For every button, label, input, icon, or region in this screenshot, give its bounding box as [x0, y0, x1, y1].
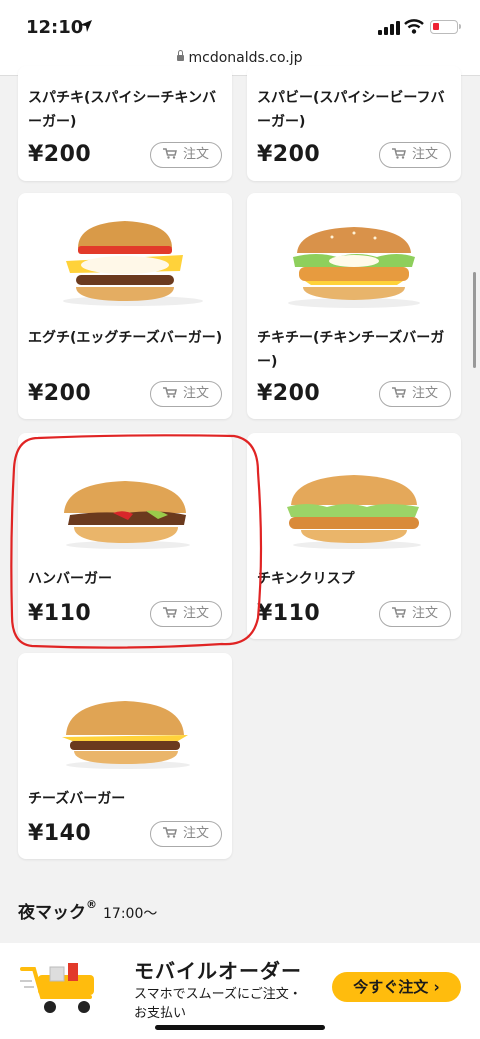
cart-icon — [162, 144, 177, 159]
highlight-circle-annotation — [10, 434, 263, 649]
product-name: チーズバーガー — [28, 791, 126, 807]
cart-icon — [162, 823, 177, 838]
product-card[interactable]: チキチー(チキンチーズバーガー) ¥200 注文 — [247, 193, 461, 419]
lock-icon — [177, 50, 185, 61]
product-card[interactable]: チキンクリスプ ¥110 注文 — [247, 433, 461, 639]
product-card[interactable]: エグチ(エッグチーズバーガー) ¥200 注文 — [18, 193, 232, 419]
section-heading: 夜マック® 17:00〜 — [18, 898, 157, 923]
chicken-cheese-burger-image — [288, 227, 420, 308]
chicken-crisp-image — [287, 475, 421, 549]
cart-icon — [391, 603, 406, 618]
banner-title: モバイルオーダー — [134, 959, 302, 983]
product-card[interactable]: スパビー(スパイシービーフバーガー) ¥200 注文 — [247, 66, 461, 181]
order-button[interactable]: 注文 — [379, 142, 451, 168]
order-label: 注文 — [411, 147, 438, 162]
banner-subtitle: スマホでスムーズにご注文・お支払い — [134, 987, 302, 1021]
product-price: ¥110 — [257, 601, 321, 626]
chevron-right-icon: › — [433, 978, 440, 996]
order-label: 注文 — [411, 386, 438, 401]
order-label: 注文 — [182, 386, 209, 401]
section-hours: 17:00〜 — [103, 906, 158, 922]
product-price: ¥200 — [257, 142, 321, 167]
egg-cheese-burger-image — [63, 221, 203, 306]
wifi-icon — [404, 19, 424, 34]
order-label: 注文 — [182, 826, 209, 841]
location-arrow-icon — [80, 20, 92, 32]
cheeseburger-image — [62, 701, 190, 769]
scrollbar[interactable] — [473, 272, 476, 368]
product-price: ¥200 — [257, 381, 321, 406]
cellular-signal-icon — [378, 21, 400, 35]
product-card[interactable]: スパチキ(スパイシーチキンバーガー) ¥200 注文 — [18, 66, 232, 181]
cart-icon — [162, 383, 177, 398]
product-name: チキンクリスプ — [257, 571, 355, 587]
order-button[interactable]: 注文 — [150, 381, 222, 407]
product-price: ¥200 — [28, 142, 92, 167]
status-time: 12:10 — [26, 17, 84, 38]
product-price: ¥140 — [28, 821, 92, 846]
order-button[interactable]: 注文 — [150, 821, 222, 847]
product-name: チキチー(チキンチーズバーガー) — [257, 330, 445, 370]
product-name: エグチ(エッグチーズバーガー) — [28, 330, 223, 346]
order-button[interactable]: 注文 — [379, 381, 451, 407]
product-card[interactable]: チーズバーガー ¥140 注文 — [18, 653, 232, 859]
order-label: 注文 — [411, 606, 438, 621]
order-button[interactable]: 注文 — [150, 142, 222, 168]
battery-tip — [459, 24, 461, 29]
cart-icon — [391, 383, 406, 398]
battery-icon — [430, 20, 458, 34]
url-text: mcdonalds.co.jp — [188, 50, 303, 66]
product-price: ¥200 — [28, 381, 92, 406]
product-name: スパチキ(スパイシーチキンバーガー) — [28, 90, 216, 130]
home-indicator[interactable] — [155, 1025, 325, 1030]
order-button[interactable]: 注文 — [379, 601, 451, 627]
registered-mark: ® — [86, 898, 97, 911]
product-name: スパビー(スパイシービーフバーガー) — [257, 90, 445, 130]
order-now-button[interactable]: 今すぐ注文 › — [332, 972, 461, 1002]
shopping-cart-illustration-icon — [20, 963, 94, 1013]
cart-icon — [391, 144, 406, 159]
order-label: 注文 — [182, 147, 209, 162]
order-now-label: 今すぐ注文 — [353, 978, 429, 996]
section-title: 夜マック — [18, 903, 86, 923]
status-bar: 12:10 — [0, 0, 480, 50]
